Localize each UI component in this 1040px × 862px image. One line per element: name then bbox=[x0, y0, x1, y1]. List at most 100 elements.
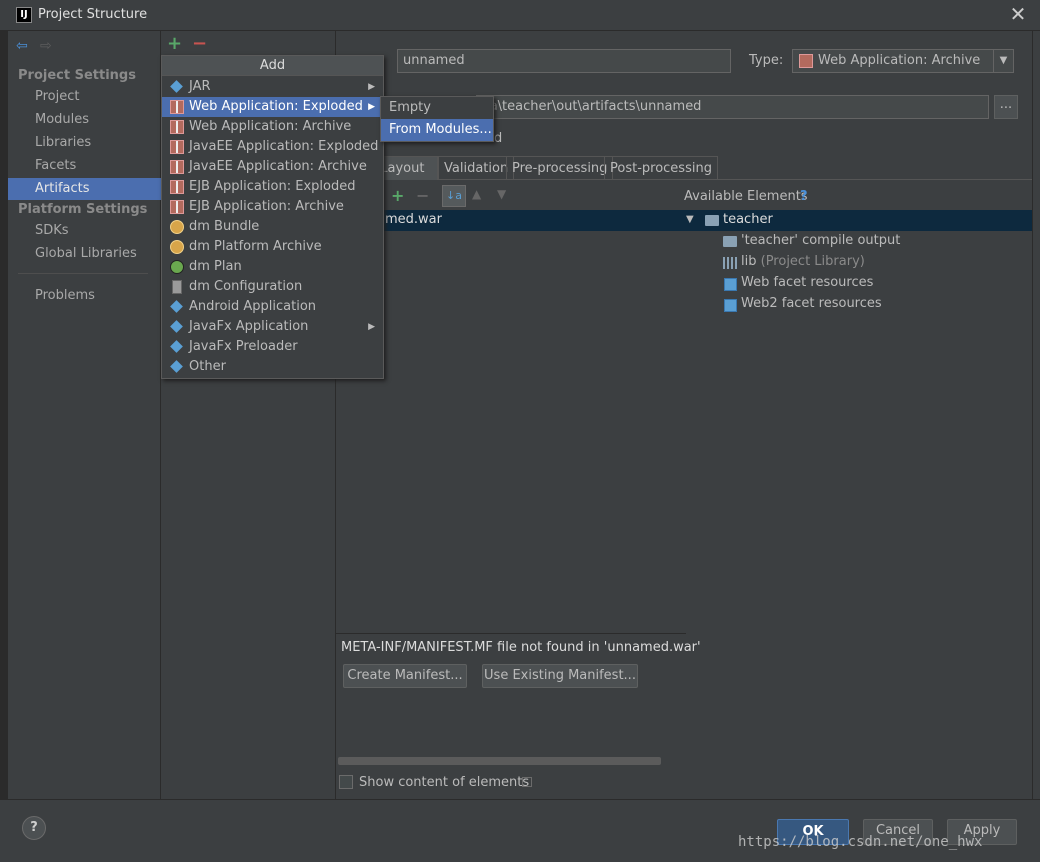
menu-item-label: JavaFx Application bbox=[189, 319, 309, 334]
tab-pre-processing[interactable]: Pre-processing bbox=[506, 156, 614, 180]
show-content-checkbox[interactable] bbox=[339, 775, 353, 789]
menu-item-label: JavaEE Application: Exploded bbox=[189, 139, 379, 154]
sidebar-item-project[interactable]: Project bbox=[8, 86, 161, 108]
menu-item-dm-bundle[interactable]: dm Bundle bbox=[162, 217, 383, 237]
module-folder-icon bbox=[705, 215, 719, 226]
tab-validation[interactable]: Validation bbox=[438, 156, 515, 180]
web-archive-icon bbox=[170, 160, 184, 174]
create-manifest-button[interactable]: Create Manifest... bbox=[343, 664, 467, 688]
output-directory-input[interactable]: va\teacher\out\artifacts\unnamed bbox=[476, 95, 989, 119]
menu-item-label: EJB Application: Archive bbox=[189, 199, 344, 214]
add-artifact-button[interactable]: + bbox=[167, 33, 182, 54]
sidebar-item-global-libraries[interactable]: Global Libraries bbox=[8, 243, 161, 265]
menu-item-other[interactable]: Other bbox=[162, 357, 383, 377]
submenu-arrow-icon: ▶ bbox=[368, 102, 375, 112]
sidebar-item-libraries[interactable]: Libraries bbox=[8, 132, 161, 154]
tree-expand-icon[interactable]: ▼ bbox=[686, 214, 694, 225]
remove-artifact-button[interactable]: − bbox=[192, 33, 207, 54]
web-exploded-submenu: Empty From Modules... bbox=[380, 96, 494, 142]
sidebar-item-modules[interactable]: Modules bbox=[8, 109, 161, 131]
show-content-options-icon[interactable] bbox=[522, 777, 532, 787]
menu-item-ejb-archive[interactable]: EJB Application: Archive bbox=[162, 197, 383, 217]
menu-item-label: dm Platform Archive bbox=[189, 239, 322, 254]
menu-item-jar[interactable]: JAR ▶ bbox=[162, 77, 383, 97]
sidebar-item-sdks[interactable]: SDKs bbox=[8, 220, 161, 242]
tree-item-teacher[interactable]: teacher bbox=[723, 212, 773, 227]
menu-item-dm-plan[interactable]: dm Plan bbox=[162, 257, 383, 277]
web-archive-icon bbox=[170, 120, 184, 134]
menu-item-javafx-preloader[interactable]: JavaFx Preloader bbox=[162, 337, 383, 357]
close-icon[interactable]: ✕ bbox=[1008, 3, 1028, 25]
intellij-logo-icon: IJ bbox=[16, 7, 32, 23]
tab-post-processing[interactable]: Post-processing bbox=[604, 156, 718, 180]
submenu-item-empty[interactable]: Empty bbox=[381, 97, 493, 119]
remove-element-icon[interactable]: − bbox=[416, 186, 429, 205]
sort-elements-icon[interactable]: ↓a bbox=[442, 185, 466, 207]
folder-icon bbox=[723, 236, 737, 247]
browse-output-button[interactable]: ... bbox=[994, 95, 1018, 119]
title-bar: IJ Project Structure ✕ bbox=[0, 0, 1040, 31]
plan-icon bbox=[170, 260, 184, 274]
watermark-text: https://blog.csdn.net/one_hwx bbox=[738, 834, 983, 850]
project-settings-header: Project Settings bbox=[18, 68, 136, 83]
sidebar-item-facets[interactable]: Facets bbox=[8, 155, 161, 177]
menu-item-label: Web Application: Exploded bbox=[189, 99, 363, 114]
web-archive-icon bbox=[799, 54, 813, 68]
menu-item-label: dm Plan bbox=[189, 259, 242, 274]
menu-item-android-application[interactable]: Android Application bbox=[162, 297, 383, 317]
show-content-label: Show content of elements bbox=[359, 775, 530, 790]
menu-item-label: JAR bbox=[189, 79, 211, 94]
forward-arrow-icon[interactable]: ⇨ bbox=[40, 38, 52, 54]
menu-item-dm-configuration[interactable]: dm Configuration bbox=[162, 277, 383, 297]
sidebar-divider bbox=[18, 273, 148, 274]
menu-item-label: Android Application bbox=[189, 299, 317, 314]
menu-item-web-app-archive[interactable]: Web Application: Archive bbox=[162, 117, 383, 137]
artifact-type-dropdown[interactable]: Web Application: Archive ▼ bbox=[792, 49, 1014, 73]
manifest-message: META-INF/MANIFEST.MF file not found in '… bbox=[341, 640, 701, 655]
menu-item-web-app-exploded[interactable]: Web Application: Exploded ▶ bbox=[162, 97, 383, 117]
diamond-icon bbox=[170, 340, 183, 353]
type-label: Type: bbox=[749, 53, 784, 68]
menu-item-javaee-archive[interactable]: JavaEE Application: Archive bbox=[162, 157, 383, 177]
lib-label: lib bbox=[741, 254, 757, 269]
help-button[interactable]: ? bbox=[22, 816, 46, 840]
menu-item-label: Web Application: Archive bbox=[189, 119, 352, 134]
menu-item-label: JavaEE Application: Archive bbox=[189, 159, 367, 174]
platform-settings-header: Platform Settings bbox=[18, 202, 148, 217]
available-elements-title: Available Elements bbox=[684, 189, 808, 204]
layout-root-item[interactable]: med.war bbox=[385, 212, 442, 227]
web2-facet-icon bbox=[724, 299, 737, 312]
menu-item-ejb-exploded[interactable]: EJB Application: Exploded bbox=[162, 177, 383, 197]
menu-item-dm-platform-archive[interactable]: dm Platform Archive bbox=[162, 237, 383, 257]
tree-item-lib[interactable]: lib (Project Library) bbox=[741, 254, 865, 269]
horizontal-scrollbar[interactable] bbox=[338, 757, 661, 765]
use-existing-manifest-button[interactable]: Use Existing Manifest... bbox=[482, 664, 638, 688]
artifact-name-input[interactable]: unnamed bbox=[397, 49, 731, 73]
available-help-icon[interactable]: ? bbox=[800, 189, 808, 204]
menu-item-label: EJB Application: Exploded bbox=[189, 179, 356, 194]
sidebar-item-problems[interactable]: Problems bbox=[8, 285, 161, 307]
bundle-icon bbox=[170, 220, 184, 234]
menu-item-javafx-application[interactable]: JavaFx Application ▶ bbox=[162, 317, 383, 337]
diamond-icon bbox=[170, 320, 183, 333]
add-element-icon[interactable]: + bbox=[391, 186, 404, 205]
library-icon bbox=[723, 257, 737, 269]
menu-item-label: JavaFx Preloader bbox=[189, 339, 298, 354]
web-archive-icon bbox=[170, 140, 184, 154]
tree-item-compile-output[interactable]: 'teacher' compile output bbox=[741, 233, 900, 248]
sidebar-item-artifacts[interactable]: Artifacts bbox=[8, 178, 161, 200]
lib-suffix: (Project Library) bbox=[760, 254, 865, 269]
tree-item-web-facet[interactable]: Web facet resources bbox=[741, 275, 873, 290]
tree-item-web2-facet[interactable]: Web2 facet resources bbox=[741, 296, 882, 311]
chevron-down-icon: ▼ bbox=[993, 50, 1013, 72]
menu-item-javaee-exploded[interactable]: JavaEE Application: Exploded bbox=[162, 137, 383, 157]
submenu-item-from-modules[interactable]: From Modules... bbox=[381, 119, 493, 141]
artifact-type-value: Web Application: Archive bbox=[818, 53, 981, 68]
move-up-icon[interactable]: ▲ bbox=[472, 187, 481, 201]
back-arrow-icon[interactable]: ⇦ bbox=[16, 38, 28, 54]
submenu-arrow-icon: ▶ bbox=[368, 82, 375, 92]
diamond-icon bbox=[170, 300, 183, 313]
move-down-icon[interactable]: ▼ bbox=[497, 187, 506, 201]
web-archive-icon bbox=[170, 100, 184, 114]
web-archive-icon bbox=[170, 200, 184, 214]
